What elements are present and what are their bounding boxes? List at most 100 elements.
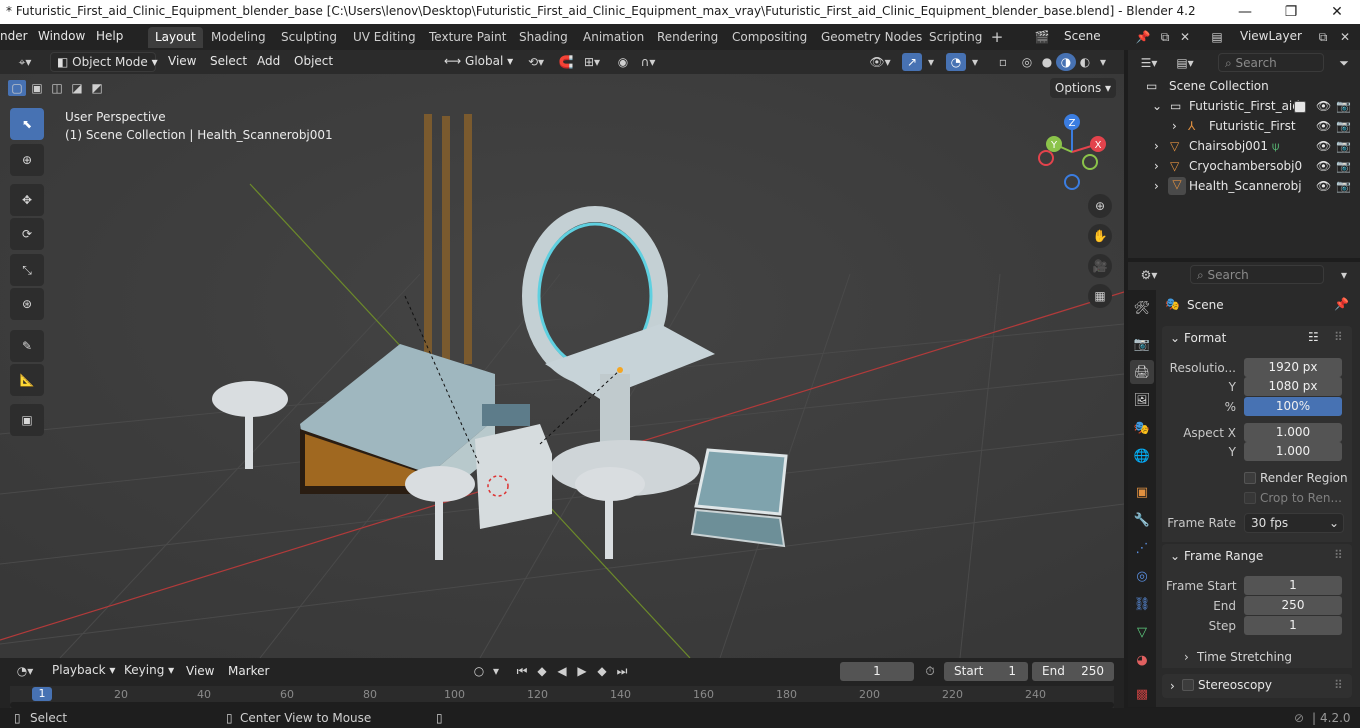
chevron-right-icon[interactable]: ›: [1154, 179, 1159, 193]
new-viewlayer-icon[interactable]: ⧉: [1314, 28, 1332, 46]
auto-key-icon[interactable]: ○: [468, 662, 490, 680]
tool-tab-icon[interactable]: 🛠: [1130, 296, 1154, 320]
eye-icon[interactable]: 👁: [1316, 119, 1331, 133]
frame-range-section-header[interactable]: ⌄ Frame Range ⠿: [1162, 544, 1352, 568]
outliner-scene-collection[interactable]: ▭ Scene Collection: [1130, 77, 1358, 97]
jump-start-icon[interactable]: ⏮: [512, 662, 532, 680]
tab-scripting[interactable]: Scripting: [922, 27, 989, 48]
scene-icon[interactable]: 🎬: [1028, 28, 1056, 46]
output-tab-icon[interactable]: 🖨: [1130, 360, 1154, 384]
pivot-icon[interactable]: ⟲▾: [522, 53, 550, 71]
tab-geometry-nodes[interactable]: Geometry Nodes: [814, 27, 929, 48]
menu-help[interactable]: Help: [96, 29, 123, 43]
camera-icon[interactable]: 📷: [1336, 179, 1351, 193]
visibility-icon[interactable]: 👁▾: [866, 53, 894, 71]
aspect-x-field[interactable]: 1.000: [1244, 423, 1342, 442]
camera-icon[interactable]: 📷: [1336, 119, 1351, 133]
outliner-item[interactable]: ⌄ ▭ Futuristic_First_aid 👁 📷: [1130, 97, 1358, 117]
minimize-button[interactable]: —: [1222, 0, 1268, 24]
viewlayer-icon[interactable]: ▤: [1204, 28, 1230, 46]
crop-checkbox[interactable]: [1244, 492, 1256, 504]
drag-handle-icon[interactable]: ⠿: [1334, 678, 1343, 692]
chevron-down-icon[interactable]: ⌄: [1152, 99, 1162, 113]
material-tab-icon[interactable]: ◕: [1130, 648, 1154, 672]
transform-orientation[interactable]: ⟷ Global ▾: [438, 52, 514, 72]
maximize-button[interactable]: ❐: [1268, 0, 1314, 24]
options-button[interactable]: Options ▾: [1050, 78, 1116, 98]
move-tool[interactable]: ✥: [10, 184, 44, 216]
outliner-editor-type-icon[interactable]: ☰▾: [1136, 54, 1162, 72]
play-reverse-icon[interactable]: ◀: [552, 662, 572, 680]
object-tab-icon[interactable]: ▣: [1130, 480, 1154, 504]
close-button[interactable]: ✕: [1314, 0, 1360, 24]
properties-editor-type-icon[interactable]: ⚙▾: [1136, 266, 1162, 284]
properties-search-input[interactable]: ⌕ Search: [1190, 265, 1324, 284]
chevron-down-icon[interactable]: ▾: [1334, 266, 1354, 284]
pin-icon[interactable]: 📌: [1134, 28, 1152, 46]
rotate-tool[interactable]: ⟳: [10, 218, 44, 250]
resolution-y-field[interactable]: 1080 px: [1244, 377, 1342, 396]
texture-tab-icon[interactable]: ▩: [1130, 682, 1154, 706]
next-keyframe-icon[interactable]: ◆: [592, 662, 612, 680]
viewlayer-selector[interactable]: ViewLayer: [1234, 27, 1314, 47]
eye-icon[interactable]: 👁: [1316, 139, 1331, 153]
camera-icon[interactable]: 📷: [1336, 139, 1351, 153]
resolution-x-field[interactable]: 1920 px: [1244, 358, 1342, 377]
time-stretching-label[interactable]: Time Stretching: [1197, 650, 1292, 664]
select-box-tool[interactable]: ⬉: [10, 108, 44, 140]
drag-handle-icon[interactable]: ⠿: [1334, 548, 1343, 562]
pin-icon[interactable]: 📌: [1334, 297, 1349, 311]
resolution-percent-field[interactable]: 100%: [1244, 397, 1342, 416]
exclude-checkbox[interactable]: [1294, 101, 1306, 113]
playback-menu[interactable]: Playback ▾: [46, 661, 116, 681]
transform-tool[interactable]: ⊛: [10, 288, 44, 320]
pan-hand-icon[interactable]: ✋: [1088, 224, 1112, 248]
frame-rate-dropdown[interactable]: 30 fps ⌄: [1244, 513, 1344, 533]
snap-target-icon[interactable]: ⊞▾: [578, 53, 606, 71]
menu-render[interactable]: nder: [0, 29, 28, 43]
overlays-icon[interactable]: ◔: [946, 53, 966, 71]
add-workspace-icon[interactable]: +: [988, 28, 1006, 46]
delete-scene-icon[interactable]: ✕: [1176, 28, 1194, 46]
stereoscopy-section-header[interactable]: › Stereoscopy ⠿: [1162, 674, 1352, 698]
current-frame-field[interactable]: 1: [840, 662, 914, 681]
jump-end-icon[interactable]: ⏭: [612, 662, 632, 680]
start-frame-field[interactable]: Start 1: [944, 662, 1028, 681]
chevron-down-icon[interactable]: ▾: [490, 662, 502, 680]
viewport-menu-select[interactable]: Select: [210, 54, 247, 68]
chevron-right-icon[interactable]: ›: [1172, 119, 1177, 133]
tab-shading[interactable]: Shading: [512, 27, 575, 48]
tab-uv-editing[interactable]: UV Editing: [346, 27, 423, 48]
frame-end-field[interactable]: 250: [1244, 596, 1342, 615]
zoom-icon[interactable]: ⊕: [1088, 194, 1112, 218]
timeline-editor-type-icon[interactable]: ◔▾: [10, 662, 40, 680]
viewport-menu-add[interactable]: Add: [257, 54, 280, 68]
chevron-right-icon[interactable]: ›: [1154, 159, 1159, 173]
stereoscopy-checkbox[interactable]: [1182, 679, 1194, 691]
display-mode-icon[interactable]: ▤▾: [1172, 54, 1198, 72]
physics-tab-icon[interactable]: ◎: [1130, 564, 1154, 588]
chevron-right-icon[interactable]: ›: [1184, 650, 1189, 664]
chevron-right-icon[interactable]: ›: [1154, 139, 1159, 153]
gizmo-icon[interactable]: ↗: [902, 53, 922, 71]
particles-tab-icon[interactable]: ⋰: [1130, 536, 1154, 560]
frame-step-field[interactable]: 1: [1244, 616, 1342, 635]
eye-icon[interactable]: 👁: [1316, 179, 1331, 193]
tab-modeling[interactable]: Modeling: [204, 27, 273, 48]
camera-view-icon[interactable]: 🎥: [1088, 254, 1112, 278]
render-region-checkbox[interactable]: [1244, 472, 1256, 484]
tab-sculpting[interactable]: Sculpting: [274, 27, 344, 48]
delete-viewlayer-icon[interactable]: ✕: [1336, 28, 1354, 46]
modifier-tab-icon[interactable]: 🔧: [1130, 508, 1154, 532]
timeline-menu-marker[interactable]: Marker: [228, 664, 269, 678]
play-icon[interactable]: ▶: [572, 662, 592, 680]
camera-icon[interactable]: 📷: [1336, 99, 1351, 113]
xray-icon[interactable]: ▫: [994, 53, 1012, 71]
chevron-down-icon[interactable]: ▾: [1096, 53, 1110, 71]
view-layer-tab-icon[interactable]: 🖼: [1130, 388, 1154, 412]
eye-icon[interactable]: 👁: [1316, 159, 1331, 173]
falloff-icon[interactable]: ∩▾: [634, 53, 662, 71]
3d-viewport[interactable]: User Perspective (1) Scene Collection | …: [0, 74, 1124, 658]
add-cube-tool[interactable]: ▣: [10, 404, 44, 436]
scale-tool[interactable]: ⤡: [10, 254, 44, 286]
